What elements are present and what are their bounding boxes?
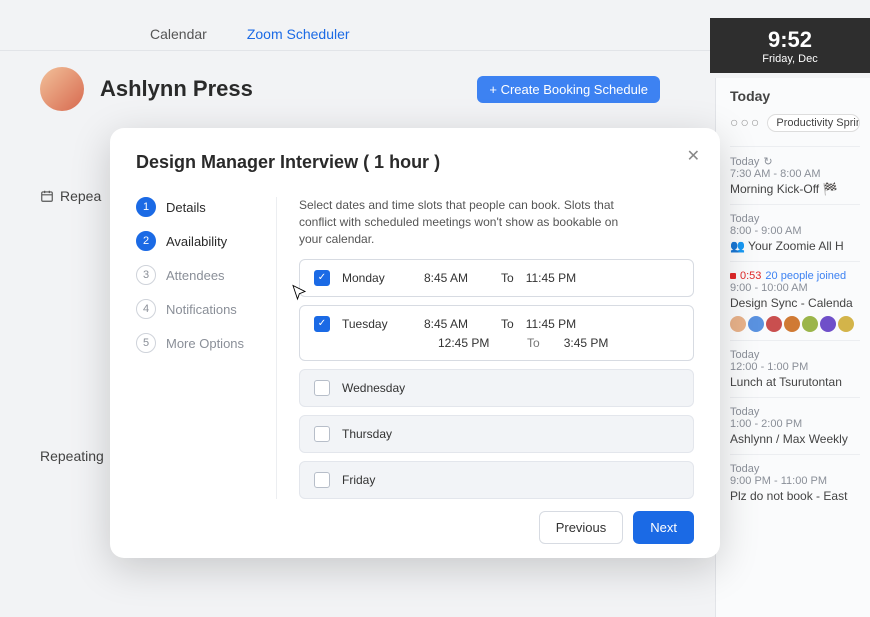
agenda-event[interactable]: Today 9:00 PM - 11:00 PM Plz do not book… [730, 454, 860, 511]
agenda-event[interactable]: Today 12:00 - 1:00 PM Lunch at Tsurutont… [730, 340, 860, 397]
record-icon [730, 273, 736, 279]
agenda-event[interactable]: 0:53 20 people joined 9:00 - 10:00 AM De… [730, 261, 860, 340]
checkbox-friday[interactable] [314, 472, 330, 488]
calendar-repeat-icon [40, 189, 54, 203]
tab-zoom-scheduler[interactable]: Zoom Scheduler [247, 26, 350, 42]
agenda-chip[interactable]: Productivity Sprin [767, 114, 860, 132]
checkbox-wednesday[interactable] [314, 380, 330, 396]
modal-steps: 1Details 2Availability 3Attendees 4Notif… [136, 197, 276, 499]
repeat-icon: ↻ [763, 155, 772, 168]
day-card-tuesday[interactable]: Tuesday 8:45 AM To 11:45 PM 12:45 PM To … [299, 305, 694, 361]
step-attendees[interactable]: 3Attendees [136, 265, 276, 285]
repeating-section-label: Repea [40, 188, 101, 204]
agenda-event[interactable]: Today 1:00 - 2:00 PM Ashlynn / Max Weekl… [730, 397, 860, 454]
clock-time: 9:52 [768, 27, 812, 53]
create-booking-schedule-button[interactable]: + Create Booking Schedule [477, 76, 660, 103]
checkbox-monday[interactable] [314, 270, 330, 286]
previous-button[interactable]: Previous [539, 511, 624, 544]
checkbox-tuesday[interactable] [314, 316, 330, 332]
close-icon[interactable]: ✕ [687, 146, 700, 166]
repeating-section-label-2: Repeating [40, 448, 104, 464]
next-button[interactable]: Next [633, 511, 694, 544]
step-availability[interactable]: 2Availability [136, 231, 276, 251]
day-card-friday[interactable]: Friday [299, 461, 694, 499]
day-card-monday[interactable]: Monday 8:45 AM To 11:45 PM [299, 259, 694, 297]
agenda-heading: Today [730, 88, 860, 104]
modal-content: Select dates and time slots that people … [276, 197, 694, 499]
agenda-panel: Today ○○○ Productivity Sprin Today ↻ 7:3… [715, 78, 870, 617]
agenda-event[interactable]: Today ↻ 7:30 AM - 8:00 AM Morning Kick-O… [730, 146, 860, 204]
attendee-avatars [730, 316, 860, 332]
step-more-options[interactable]: 5More Options [136, 333, 276, 353]
day-card-wednesday[interactable]: Wednesday [299, 369, 694, 407]
day-card-thursday[interactable]: Thursday [299, 415, 694, 453]
modal-title: Design Manager Interview ( 1 hour ) [136, 152, 694, 173]
step-notifications[interactable]: 4Notifications [136, 299, 276, 319]
checkbox-thursday[interactable] [314, 426, 330, 442]
avatar [40, 67, 84, 111]
more-icon[interactable]: ○○○ [730, 114, 761, 132]
agenda-event[interactable]: Today 8:00 - 9:00 AM 👥 Your Zoomie All H [730, 204, 860, 261]
step-details[interactable]: 1Details [136, 197, 276, 217]
modal-description: Select dates and time slots that people … [299, 197, 639, 247]
booking-modal: ✕ Design Manager Interview ( 1 hour ) 1D… [110, 128, 720, 558]
profile-name: Ashlynn Press [100, 76, 253, 102]
tab-calendar[interactable]: Calendar [150, 26, 207, 42]
